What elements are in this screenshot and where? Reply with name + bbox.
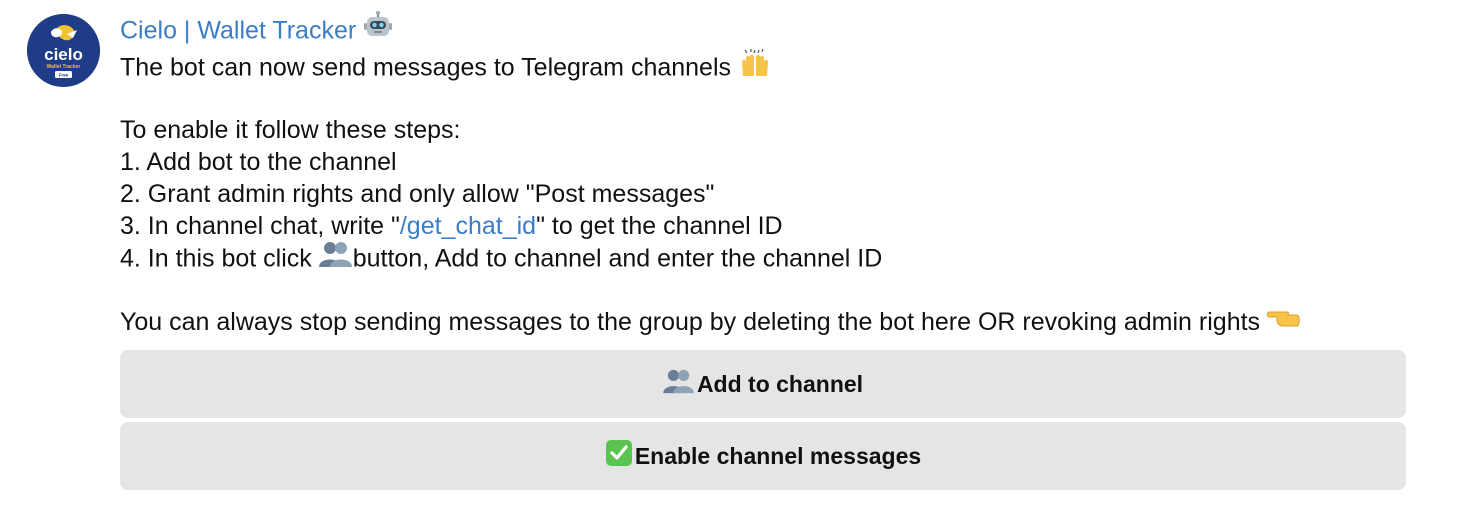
enable-channel-messages-label: Enable channel messages: [634, 442, 922, 469]
step-1: 1. Add bot to the channel: [120, 148, 397, 176]
steps-heading: To enable it follow these steps:: [120, 116, 461, 144]
sender-name-label: Cielo | Wallet Tracker: [120, 16, 357, 45]
people-icon: [318, 240, 353, 276]
step-3-text-before: 3. In channel chat, write ": [120, 212, 400, 240]
message-text: The bot can now send messages to Telegra…: [120, 48, 1410, 338]
step-2: 2. Grant admin rights and only allow "Po…: [120, 180, 715, 208]
step-4-text-before: 4. In this bot click: [120, 244, 319, 273]
svg-text:Wallet Tracker: Wallet Tracker: [47, 64, 81, 70]
step-4-text-after: button, Add to channel and enter the cha…: [352, 244, 883, 273]
intro-line: The bot can now send messages to Telegra…: [120, 48, 1410, 82]
enable-channel-messages-button[interactable]: Enable channel messages: [120, 422, 1406, 490]
message-content: Cielo | Wallet Tracker The bot can now s…: [120, 10, 1410, 338]
pointing-left-hand-icon: [1267, 304, 1301, 338]
intro-text: The bot can now send messages to Telegra…: [120, 53, 732, 82]
inline-keyboard: Add to channel Enable channel messages: [120, 350, 1406, 494]
robot-icon: [363, 10, 393, 50]
add-to-channel-label: Add to channel: [696, 370, 864, 397]
get-chat-id-command-link[interactable]: /get_chat_id: [400, 212, 536, 240]
svg-text:cielo: cielo: [44, 45, 83, 64]
raising-hands-icon: [738, 48, 772, 86]
add-to-channel-button[interactable]: Add to channel: [120, 350, 1406, 418]
bot-message: cielo Wallet Tracker Free Cielo | Wallet…: [0, 0, 1462, 508]
check-mark-icon: [605, 439, 633, 473]
step-3: 3. In channel chat, write "/get_chat_id"…: [120, 210, 1410, 242]
sender-name[interactable]: Cielo | Wallet Tracker: [120, 10, 1410, 50]
step-3-text-after: " to get the channel ID: [536, 212, 783, 240]
people-icon: [663, 368, 695, 400]
step-4: 4. In this bot click button, Add to chan…: [120, 242, 1410, 274]
footer-line: You can always stop sending messages to …: [120, 306, 1410, 338]
footer-text: You can always stop sending messages to …: [120, 308, 1261, 336]
bot-avatar[interactable]: cielo Wallet Tracker Free: [27, 14, 100, 87]
svg-text:Free: Free: [59, 72, 69, 77]
cielo-logo: cielo Wallet Tracker Free: [27, 14, 100, 87]
